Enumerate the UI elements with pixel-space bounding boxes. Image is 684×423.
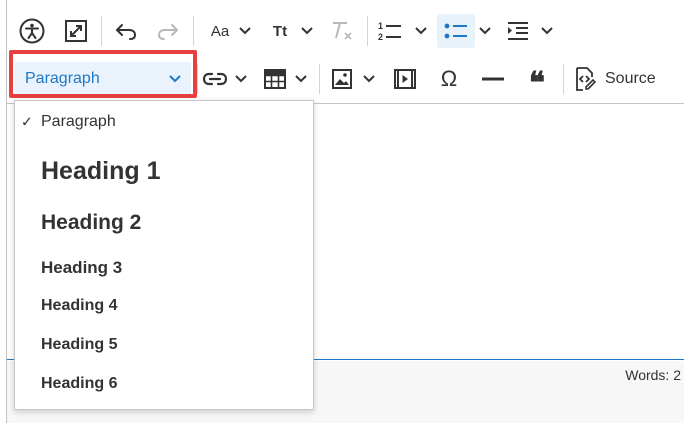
redo-button[interactable] <box>151 14 185 48</box>
heading-option-heading-2[interactable]: Heading 2 <box>15 211 313 235</box>
font-size-button[interactable]: Aa <box>203 14 237 48</box>
text-style-dropdown-chevron[interactable] <box>301 14 313 48</box>
clear-formatting-icon <box>333 22 352 40</box>
image-dropdown-chevron[interactable] <box>363 62 375 96</box>
clear-formatting-button[interactable] <box>327 14 357 48</box>
chevron-down-icon <box>363 75 375 83</box>
media-button[interactable] <box>389 62 421 96</box>
chevron-down-icon <box>235 75 247 83</box>
heading-option-heading-6[interactable]: Heading 6 <box>15 375 313 393</box>
image-button[interactable] <box>327 62 357 96</box>
heading-option-label: Heading 2 <box>41 211 142 234</box>
indent-button[interactable] <box>503 14 533 48</box>
accessibility-button[interactable] <box>15 14 49 48</box>
heading-option-label: Heading 1 <box>41 157 161 185</box>
bulleted-list-button[interactable] <box>437 14 475 48</box>
undo-icon <box>116 24 136 40</box>
chevron-down-icon <box>301 27 313 35</box>
horizontal-line-button[interactable] <box>477 62 509 96</box>
indent-dropdown-chevron[interactable] <box>541 14 553 48</box>
heading-option-heading-4[interactable]: Heading 4 <box>15 297 313 315</box>
bulleted-list-icon <box>444 23 467 39</box>
svg-text:2: 2 <box>378 32 383 42</box>
indent-icon <box>508 22 528 40</box>
special-characters-button[interactable]: Ω <box>433 62 465 96</box>
heading-option-label: Heading 4 <box>41 297 118 314</box>
media-icon <box>394 69 416 89</box>
table-dropdown-chevron[interactable] <box>295 62 307 96</box>
heading-option-heading-1[interactable]: Heading 1 <box>15 157 313 186</box>
text-style-button[interactable]: Tt <box>265 14 295 48</box>
link-icon <box>203 72 227 86</box>
chevron-down-icon <box>295 75 307 83</box>
numbered-list-dropdown-chevron[interactable] <box>415 14 427 48</box>
chevron-down-icon <box>415 27 427 35</box>
heading-option-label: Heading 5 <box>41 336 118 353</box>
heading-option-paragraph[interactable]: ✓ Paragraph <box>15 113 313 131</box>
highlight-annotation-box <box>9 50 197 98</box>
checkmark-icon: ✓ <box>21 113 33 130</box>
editor-toolbar: Aa Tt 1 2 Paragraph Ω ❝ Source <box>7 0 684 104</box>
heading-option-heading-5[interactable]: Heading 5 <box>15 336 313 354</box>
accessibility-icon <box>19 18 45 44</box>
table-button[interactable] <box>259 62 291 96</box>
source-button[interactable]: Source <box>573 62 669 96</box>
numbered-list-icon: 1 2 <box>378 21 401 42</box>
heading-option-heading-3[interactable]: Heading 3 <box>15 258 313 278</box>
font-size-dropdown-chevron[interactable] <box>239 14 251 48</box>
bulleted-list-dropdown-chevron[interactable] <box>479 14 491 48</box>
blockquote-button[interactable]: ❝ <box>521 62 553 99</box>
redo-icon <box>158 24 178 40</box>
chevron-down-icon <box>479 27 491 35</box>
link-button[interactable] <box>199 62 231 96</box>
horizontal-line-icon <box>482 77 504 81</box>
table-icon <box>264 69 286 89</box>
chevron-down-icon <box>239 27 251 35</box>
undo-button[interactable] <box>109 14 143 48</box>
source-button-label: Source <box>605 70 656 87</box>
word-count: Words: 2 <box>625 367 681 383</box>
heading-option-label: Paragraph <box>41 113 116 130</box>
heading-dropdown-menu: ✓ Paragraph Heading 1 Heading 2 Heading … <box>14 100 314 410</box>
numbered-list-button[interactable]: 1 2 <box>375 14 405 48</box>
heading-option-label: Heading 6 <box>41 375 118 392</box>
fullscreen-icon <box>65 20 87 42</box>
heading-option-label: Heading 3 <box>41 258 123 277</box>
link-dropdown-chevron[interactable] <box>235 62 247 96</box>
fullscreen-button[interactable] <box>59 14 93 48</box>
image-icon <box>332 69 352 89</box>
toolbar-row-1: Aa Tt 1 2 <box>7 8 684 54</box>
svg-text:1: 1 <box>378 21 383 31</box>
chevron-down-icon <box>541 27 553 35</box>
source-code-icon <box>576 67 597 91</box>
